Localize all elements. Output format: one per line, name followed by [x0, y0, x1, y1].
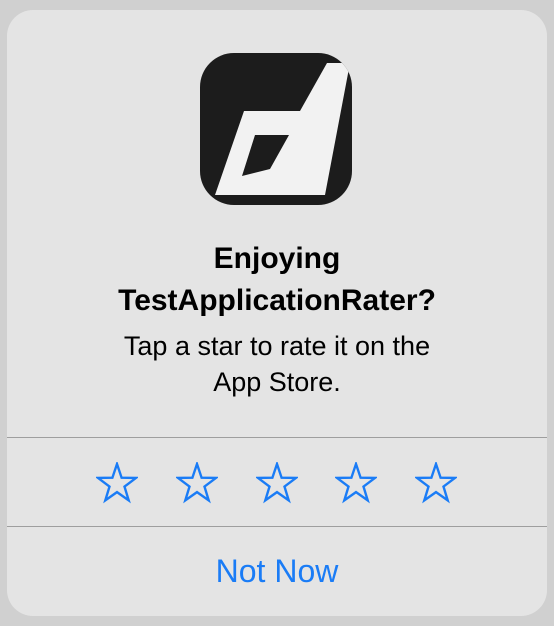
- star-rating-row: [7, 438, 547, 526]
- star-2-icon[interactable]: [176, 462, 218, 504]
- app-logo-icon: [200, 53, 352, 205]
- alert-title-line-1: Enjoying: [213, 242, 341, 275]
- star-3-icon[interactable]: [256, 462, 298, 504]
- alert-message: Tap a star to rate it on the App Store.: [7, 328, 547, 400]
- not-now-button[interactable]: Not Now: [7, 527, 547, 616]
- alert-message-line-2: App Store.: [213, 367, 341, 397]
- alert-title: Enjoying TestApplicationRater?: [7, 238, 547, 322]
- alert-message-line-1: Tap a star to rate it on the: [123, 331, 431, 361]
- screen: Enjoying TestApplicationRater? Tap a sta…: [0, 0, 554, 626]
- star-4-icon[interactable]: [335, 462, 377, 504]
- star-5-icon[interactable]: [415, 462, 457, 504]
- alert-title-line-2: TestApplicationRater?: [118, 284, 436, 317]
- rating-alert: Enjoying TestApplicationRater? Tap a sta…: [7, 10, 547, 616]
- star-1-icon[interactable]: [96, 462, 138, 504]
